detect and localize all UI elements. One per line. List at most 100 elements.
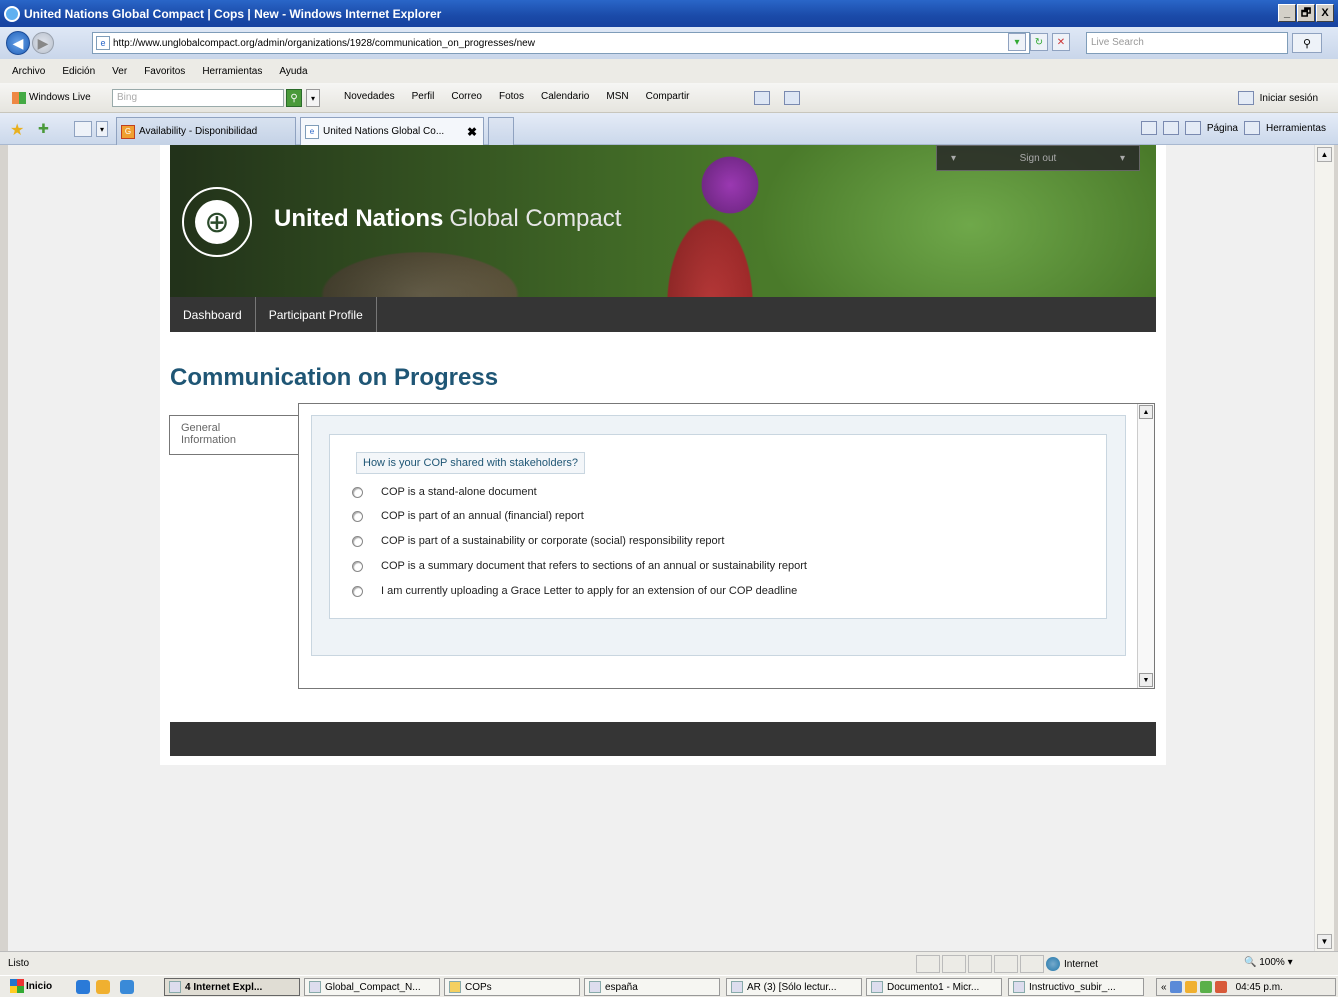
live-link-fotos[interactable]: Fotos [499,91,524,102]
taskbar-item-label: Global_Compact_N... [325,981,421,993]
messenger-icon[interactable] [784,91,800,105]
address-dropdown-icon[interactable]: ▾ [1008,33,1026,51]
favorites-star-icon[interactable]: ★ [10,120,24,140]
desktop-quicklaunch-icon[interactable] [120,980,134,994]
new-tab-button[interactable] [488,117,514,145]
bing-dropdown-icon[interactable]: ▾ [306,89,320,107]
nav-participant-profile[interactable]: Participant Profile [256,297,377,332]
option-summary-document[interactable]: COP is a summary document that refers to… [352,560,807,572]
bing-search-input[interactable]: Bing [112,89,284,107]
close-window-button[interactable]: X [1316,4,1334,22]
clock: 04:45 p.m. [1235,981,1283,993]
security-tray-icon[interactable] [1199,981,1212,993]
live-link-msn[interactable]: MSN [606,91,628,102]
refresh-icon[interactable]: ↻ [1030,33,1048,51]
windows-live-label: Windows Live [29,92,91,103]
option-annual-report[interactable]: COP is part of an annual (financial) rep… [352,510,584,522]
live-link-calendario[interactable]: Calendario [541,91,589,102]
menu-archivo[interactable]: Archivo [12,66,45,77]
messenger-tray-icon[interactable] [1184,981,1197,993]
window-titlebar: United Nations Global Compact | Cops | N… [0,0,1338,27]
page-menu[interactable]: Página [1207,123,1238,134]
network-icon[interactable] [1169,981,1182,993]
radio-sustainability-report[interactable] [352,535,363,547]
option-label: COP is a summary document that refers to… [381,560,807,572]
minimize-button[interactable]: _ [1278,4,1296,22]
stop-icon[interactable]: ✕ [1052,33,1070,51]
scroll-up-icon[interactable]: ▲ [1139,405,1153,419]
menu-ayuda[interactable]: Ayuda [279,66,307,77]
tab-availability[interactable]: G Availability - Disponibilidad [116,117,296,145]
close-tab-icon[interactable]: ✖ [467,125,477,139]
maximize-button[interactable]: 🗗 [1297,4,1315,22]
option-grace-letter[interactable]: I am currently uploading a Grace Letter … [352,585,797,597]
messenger-quicklaunch-icon[interactable] [96,980,110,994]
live-search-input[interactable]: Live Search [1086,32,1288,54]
mail-icon[interactable] [754,91,770,105]
taskbar-item-documento1[interactable]: Documento1 - Micr... [866,978,1002,996]
favorites-tab-bar: ★ ✚ ▾ G Availability - Disponibilidad e … [0,113,1338,145]
scroll-down-icon[interactable]: ▼ [1317,934,1332,949]
signin-link[interactable]: Iniciar sesión [1260,93,1318,104]
menu-edicion[interactable]: Edición [62,66,95,77]
taskbar-item-espana[interactable]: españa [584,978,720,996]
page-title: Communication on Progress [170,364,499,391]
page-scrollbar[interactable]: ▲ ▼ [1314,145,1334,951]
radio-summary-document[interactable] [352,560,363,572]
un-global-compact-logo[interactable]: ⊕ [182,187,252,257]
start-button[interactable]: Inicio [10,979,52,993]
zoom-icon: 🔍 [1244,957,1257,968]
tab-general-information-label: General Information [181,422,237,446]
word-icon [871,981,883,993]
windows-live-logo[interactable]: Windows Live [12,91,91,104]
address-bar[interactable]: e http://www.unglobalcompact.org/admin/o… [92,32,1030,54]
live-link-compartir[interactable]: Compartir [646,91,690,102]
add-favorite-icon[interactable]: ✚ [38,121,49,137]
brand-light: Global Compact [449,205,622,232]
tab-list-dropdown-icon[interactable]: ▾ [96,121,108,137]
option-standalone[interactable]: COP is a stand-alone document [352,486,537,498]
live-link-perfil[interactable]: Perfil [412,91,435,102]
tab-united-nations[interactable]: e United Nations Global Co... ✖ [300,117,484,145]
menu-herramientas[interactable]: Herramientas [202,66,262,77]
form-scrollbar[interactable]: ▲ ▼ [1137,404,1154,688]
signout-link[interactable]: Sign out [1020,153,1057,164]
option-label: I am currently uploading a Grace Letter … [381,585,798,597]
security-zone[interactable]: Internet [1046,957,1098,971]
taskbar-item-instructivo[interactable]: Instructivo_subir_... [1008,978,1144,996]
ie-quicklaunch-icon[interactable] [76,980,90,994]
live-link-correo[interactable]: Correo [451,91,482,102]
taskbar-item-cops[interactable]: COPs [444,978,580,996]
forward-button[interactable]: ▶ [32,32,54,54]
print-icon[interactable] [1184,121,1201,135]
live-link-novedades[interactable]: Novedades [344,91,395,102]
update-tray-icon[interactable] [1214,981,1227,993]
radio-grace-letter[interactable] [352,585,363,597]
site-footer [170,722,1156,756]
tab-general-information[interactable]: General Information [169,415,300,455]
tray-expand-icon[interactable]: « [1161,982,1167,993]
nav-dashboard[interactable]: Dashboard [170,297,256,332]
scroll-down-icon[interactable]: ▼ [1139,673,1153,687]
option-sustainability-report[interactable]: COP is part of a sustainability or corpo… [352,535,724,547]
signout-bar[interactable]: ▾ Sign out ▾ [936,145,1140,171]
menu-ver[interactable]: Ver [112,66,127,77]
zoom-level[interactable]: 🔍 100% ▾ [1244,957,1293,968]
menu-favoritos[interactable]: Favoritos [144,66,185,77]
bing-search-icon[interactable]: ⚲ [286,89,302,107]
quick-tabs-icon[interactable] [74,121,92,137]
radio-annual-report[interactable] [352,510,363,522]
feeds-icon[interactable] [1162,121,1179,135]
home-icon[interactable] [1140,121,1157,135]
scroll-up-icon[interactable]: ▲ [1317,147,1332,162]
document-icon [309,981,321,993]
radio-standalone[interactable] [352,486,363,498]
back-button[interactable]: ◀ [6,31,30,55]
taskbar-item-ie[interactable]: 4 Internet Expl... [164,978,300,996]
status-bar: Listo Internet 🔍 100% ▾ [0,951,1338,975]
search-icon[interactable]: ⚲ [1292,33,1322,53]
taskbar-item-ar[interactable]: AR (3) [Sólo lectur... [726,978,862,996]
chevron-down-icon: ▾ [1119,152,1125,164]
taskbar-item-global-compact[interactable]: Global_Compact_N... [304,978,440,996]
tools-menu[interactable]: Herramientas [1266,123,1326,134]
